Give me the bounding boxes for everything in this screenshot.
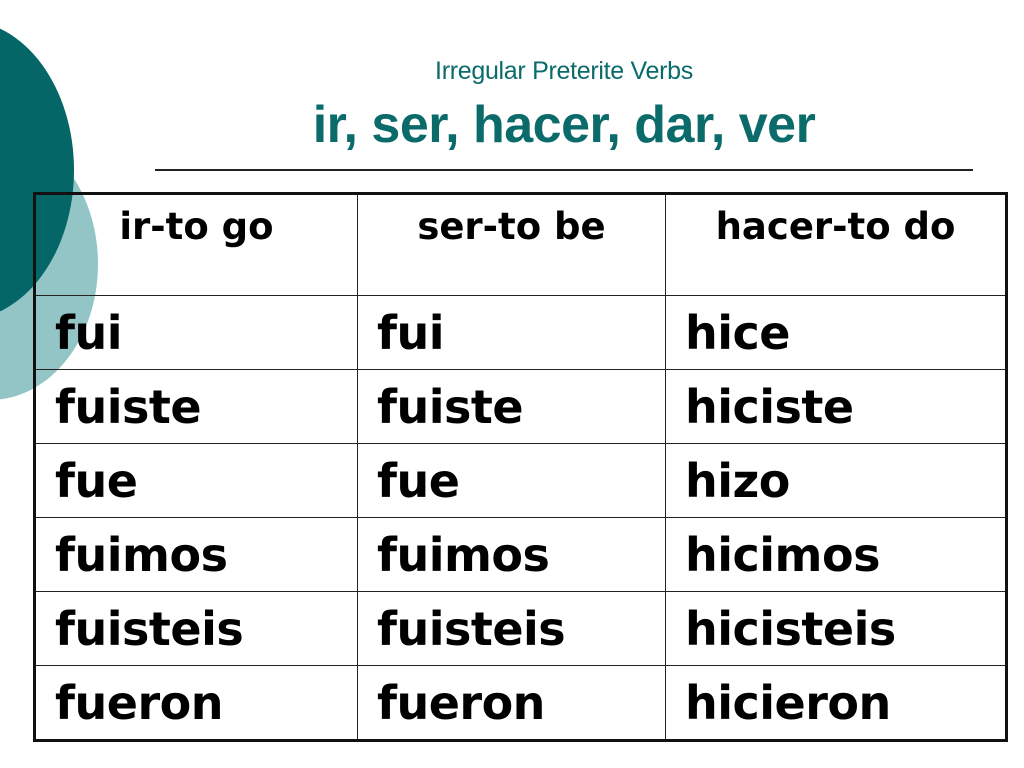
cell-ir: fue [34, 443, 358, 518]
table-row: fue fue hizo [34, 443, 1007, 518]
title-divider [155, 169, 973, 171]
cell-ir: fuimos [34, 517, 358, 592]
cell-hacer: hice [665, 295, 1007, 370]
header-ir: ir-to go [34, 193, 358, 296]
cell-ser: fui [356, 295, 667, 370]
cell-ser: fue [356, 443, 667, 518]
table-row: fuimos fuimos hicimos [34, 517, 1007, 592]
header-row: ir-to go ser-to be hacer-to do [34, 193, 1007, 296]
table-row: fuiste fuiste hiciste [34, 369, 1007, 444]
header-hacer: hacer-to do [665, 193, 1007, 296]
table-row: fueron fueron hicieron [34, 665, 1007, 741]
cell-hacer: hicimos [665, 517, 1007, 592]
table-row: fuisteis fuisteis hicisteis [34, 591, 1007, 666]
slide-subtitle: Irregular Preterite Verbs [435, 57, 693, 85]
cell-hacer: hiciste [665, 369, 1007, 444]
header-ser: ser-to be [356, 193, 667, 296]
cell-ir: fuiste [34, 369, 358, 444]
cell-ir: fueron [34, 665, 358, 741]
table-row: fui fui hice [34, 295, 1007, 370]
cell-hacer: hicisteis [665, 591, 1007, 666]
cell-ir: fui [34, 295, 358, 370]
conjugation-table: ir-to go ser-to be hacer-to do fui fui h… [33, 192, 1008, 742]
cell-hacer: hicieron [665, 665, 1007, 741]
cell-ser: fueron [356, 665, 667, 741]
cell-ser: fuiste [356, 369, 667, 444]
cell-ser: fuisteis [356, 591, 667, 666]
slide-title: ir, ser, hacer, dar, ver [312, 96, 816, 154]
cell-hacer: hizo [665, 443, 1007, 518]
cell-ir: fuisteis [34, 591, 358, 666]
cell-ser: fuimos [356, 517, 667, 592]
